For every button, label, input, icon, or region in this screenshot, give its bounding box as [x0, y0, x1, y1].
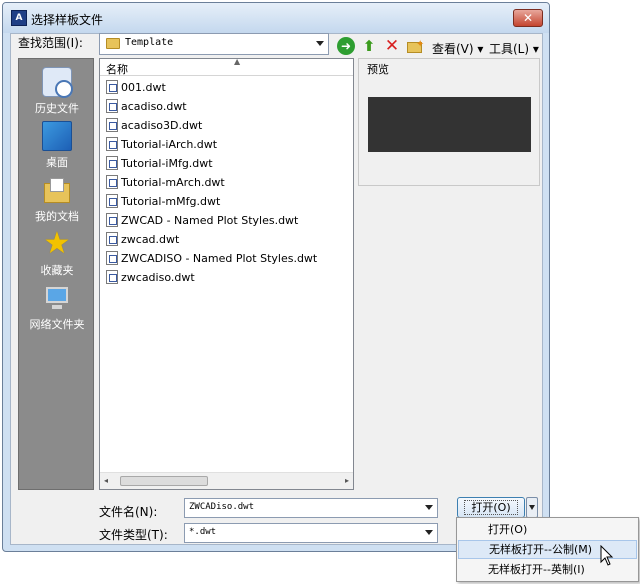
dwt-file-icon: [106, 118, 118, 132]
sort-ascending-icon: ▲: [234, 57, 241, 66]
up-folder-icon[interactable]: ⬆: [360, 37, 378, 55]
new-folder-icon[interactable]: ✦: [406, 37, 424, 55]
scroll-left-icon[interactable]: ◂: [104, 476, 108, 485]
place-label: 收藏夹: [40, 264, 74, 277]
delete-icon[interactable]: ✕: [383, 37, 401, 55]
place-label: 我的文档: [35, 210, 79, 223]
column-name-label: 名称: [106, 63, 128, 76]
place-my-documents[interactable]: 我的文档: [19, 175, 95, 224]
file-name: zwcadiso.dwt: [121, 271, 195, 284]
place-label: 网络文件夹: [29, 318, 85, 331]
dwt-file-icon: [106, 194, 118, 208]
file-name: zwcad.dwt: [121, 233, 180, 246]
monitor-shape: [46, 287, 68, 303]
preview-label: 预览: [367, 63, 389, 76]
open-button-label: 打开(O): [464, 500, 518, 515]
file-item[interactable]: Tutorial-mMfg.dwt: [106, 193, 346, 211]
dwt-file-icon: [106, 213, 118, 227]
dwt-file-icon: [106, 99, 118, 113]
file-item[interactable]: Tutorial-iMfg.dwt: [106, 155, 346, 173]
preview-image: [368, 97, 531, 152]
file-item[interactable]: ZWCAD - Named Plot Styles.dwt: [106, 212, 346, 230]
file-item[interactable]: ZWCADISO - Named Plot Styles.dwt: [106, 250, 346, 268]
file-item[interactable]: 001.dwt: [106, 79, 346, 97]
dwt-file-icon: [106, 270, 118, 284]
file-name: 001.dwt: [121, 81, 166, 94]
dwt-file-icon: [106, 175, 118, 189]
place-history[interactable]: 历史文件: [19, 67, 95, 116]
desktop-icon: [42, 121, 72, 151]
file-name: Tutorial-mMfg.dwt: [121, 195, 221, 208]
mouse-cursor-icon: [600, 545, 614, 566]
place-network-folder[interactable]: 网络文件夹: [19, 283, 95, 332]
chevron-down-icon[interactable]: [425, 530, 433, 535]
dwt-file-icon: [106, 251, 118, 265]
chevron-down-icon: [529, 505, 535, 510]
file-type-label: 文件类型(T):: [99, 528, 168, 542]
network-folder-icon: [42, 283, 72, 313]
file-name-input[interactable]: ZWCADiso.dwt: [184, 498, 438, 518]
place-label: 历史文件: [35, 102, 79, 115]
look-in-value: Template: [125, 37, 174, 48]
file-name-value: ZWCADiso.dwt: [189, 502, 255, 512]
scroll-right-icon[interactable]: ▸: [345, 476, 349, 485]
file-item[interactable]: Tutorial-iArch.dwt: [106, 136, 346, 154]
tools-menu[interactable]: 工具(L) ▾: [489, 40, 539, 57]
my-documents-icon: [42, 175, 72, 205]
view-menu[interactable]: 查看(V) ▾: [432, 40, 483, 57]
file-name-label: 文件名(N):: [99, 505, 158, 519]
open-button[interactable]: 打开(O): [457, 497, 525, 518]
file-name: ZWCAD - Named Plot Styles.dwt: [121, 214, 299, 227]
file-item[interactable]: acadiso.dwt: [106, 98, 346, 116]
file-name: acadiso3D.dwt: [121, 119, 203, 132]
look-in-combo[interactable]: Template: [99, 33, 329, 55]
folder-icon: [106, 38, 120, 49]
file-list[interactable]: 名称 ▲ 001.dwt acadiso.dwt acadiso3D.dwt T…: [99, 57, 354, 490]
close-button[interactable]: ✕: [513, 9, 543, 27]
doc-paper-shape: [50, 178, 64, 192]
file-name: acadiso.dwt: [121, 100, 187, 113]
file-item[interactable]: zwcad.dwt: [106, 231, 346, 249]
place-desktop[interactable]: 桌面: [19, 121, 95, 170]
place-label: 桌面: [46, 156, 68, 169]
dwt-file-icon: [106, 232, 118, 246]
places-bar: 历史文件 桌面 我的文档 ★ 收藏夹 网络文件夹: [18, 58, 94, 490]
dialog-title: 选择样板文件: [31, 13, 104, 27]
file-item[interactable]: acadiso3D.dwt: [106, 117, 346, 135]
scroll-thumb[interactable]: [120, 476, 208, 486]
menu-item-open[interactable]: 打开(O): [458, 520, 637, 539]
file-item[interactable]: Tutorial-mArch.dwt: [106, 174, 346, 192]
back-icon[interactable]: ➜: [337, 37, 355, 55]
chevron-down-icon[interactable]: [316, 41, 324, 46]
place-favorites[interactable]: ★ 收藏夹: [19, 229, 95, 278]
history-icon: [42, 67, 73, 98]
horizontal-scrollbar[interactable]: ◂ ▸: [100, 472, 353, 489]
file-name: Tutorial-iMfg.dwt: [121, 157, 213, 170]
file-name: ZWCADISO - Named Plot Styles.dwt: [121, 252, 318, 265]
file-name: Tutorial-mArch.dwt: [121, 176, 225, 189]
monitor-base-shape: [52, 305, 62, 309]
title-bar[interactable]: A 选择样板文件 ✕: [3, 3, 549, 33]
dwt-file-icon: [106, 156, 118, 170]
dwt-file-icon: [106, 137, 118, 151]
file-item[interactable]: zwcadiso.dwt: [106, 269, 346, 287]
file-name: Tutorial-iArch.dwt: [121, 138, 218, 151]
file-type-select[interactable]: *.dwt: [184, 523, 438, 543]
column-header-name[interactable]: 名称 ▲: [100, 57, 353, 76]
open-dropdown-button[interactable]: [526, 497, 538, 518]
app-icon: A: [11, 10, 27, 26]
chevron-down-icon[interactable]: [425, 505, 433, 510]
sparkle-icon: ✦: [416, 39, 425, 50]
file-type-value: *.dwt: [189, 527, 217, 537]
look-in-label: 查找范围(I):: [18, 36, 83, 50]
favorites-icon: ★: [43, 226, 71, 261]
dwt-file-icon: [106, 80, 118, 94]
